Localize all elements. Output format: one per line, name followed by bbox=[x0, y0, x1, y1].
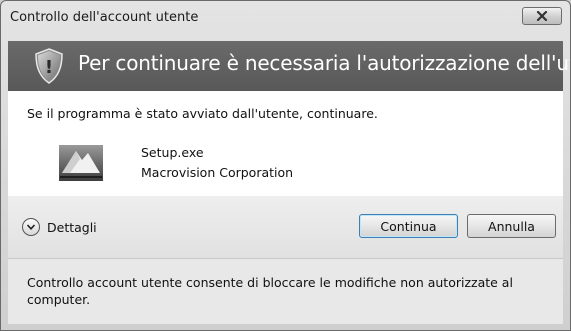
uac-dialog: Controllo dell'account utente ! Per cont… bbox=[0, 0, 571, 331]
window-title: Controllo dell'account utente bbox=[10, 10, 199, 25]
close-button[interactable] bbox=[522, 7, 562, 25]
details-label: Dettagli bbox=[47, 219, 97, 235]
footer-area: Controllo account utente consente di blo… bbox=[8, 259, 563, 324]
cancel-button[interactable]: Annulla bbox=[467, 214, 556, 238]
details-toggle[interactable]: Dettagli bbox=[22, 218, 97, 236]
setup-installer-icon bbox=[59, 145, 103, 181]
program-name: Setup.exe bbox=[141, 145, 204, 160]
footer-text: Controllo account utente consente di blo… bbox=[27, 275, 513, 307]
instruction-text: Se il programma è stato avviato dall'ute… bbox=[27, 106, 378, 121]
program-publisher: Macrovision Corporation bbox=[141, 165, 294, 180]
header-banner: ! Per continuare è necessaria l'autorizz… bbox=[8, 41, 570, 91]
title-bar[interactable]: Controllo dell'account utente bbox=[1, 1, 570, 41]
chevron-down-icon bbox=[22, 218, 40, 236]
content-area: Se il programma è stato avviato dall'ute… bbox=[8, 91, 563, 196]
continue-button[interactable]: Continua bbox=[359, 214, 458, 238]
close-icon bbox=[536, 11, 548, 21]
svg-text:!: ! bbox=[45, 57, 53, 78]
action-bar: Dettagli Continua Annulla bbox=[8, 196, 563, 259]
banner-title: Per continuare è necessaria l'autorizzaz… bbox=[78, 51, 571, 75]
shield-icon: ! bbox=[35, 48, 63, 84]
